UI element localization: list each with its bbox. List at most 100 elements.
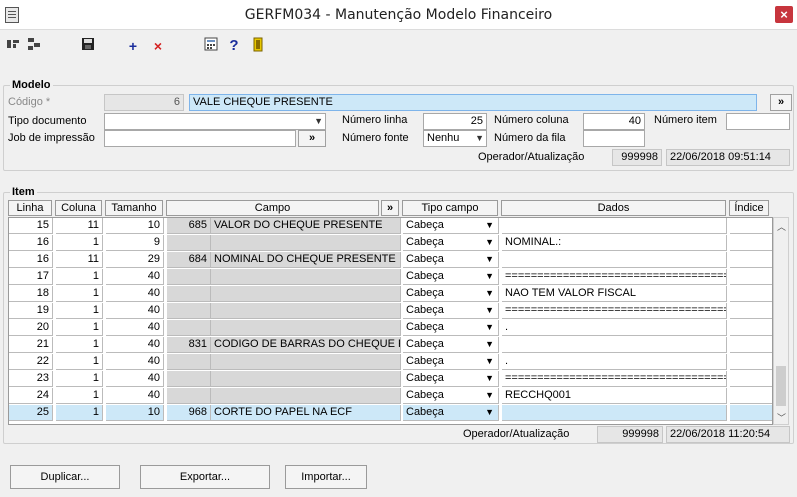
cell-campo-cod[interactable]: 831 xyxy=(167,337,211,353)
job-impressao-expand-button[interactable]: » xyxy=(298,130,326,147)
cell-tamanho[interactable]: 9 xyxy=(106,235,164,251)
cell-tipo[interactable]: Cabeça ▼ xyxy=(403,269,499,285)
cell-campo[interactable]: NOMINAL DO CHEQUE PRESENTE xyxy=(211,252,401,268)
cell-campo-cod[interactable] xyxy=(167,303,211,319)
numero-fonte-select[interactable]: Nenhu ▼ xyxy=(423,130,487,147)
cell-dados[interactable]: ======================================= xyxy=(502,303,727,319)
cell-campo-cod[interactable] xyxy=(167,388,211,404)
cell-indice[interactable] xyxy=(730,286,772,302)
header-coluna[interactable]: Coluna xyxy=(55,200,102,216)
cell-indice[interactable] xyxy=(730,303,772,319)
cell-tipo[interactable]: Cabeça ▼ xyxy=(403,286,499,302)
cell-tipo[interactable]: Cabeça ▼ xyxy=(403,320,499,336)
cell-dados[interactable]: ======================================= xyxy=(502,371,727,387)
cell-coluna[interactable]: 1 xyxy=(56,388,103,404)
descricao-field[interactable]: VALE CHEQUE PRESENTE xyxy=(189,94,757,111)
codigo-field[interactable]: 6 xyxy=(104,94,184,111)
header-campo[interactable]: Campo xyxy=(166,200,379,216)
chevron-down-icon[interactable]: ▼ xyxy=(485,354,494,369)
numero-linha-field[interactable]: 25 xyxy=(423,113,487,130)
cell-dados[interactable]: RECCHQ001 xyxy=(502,388,727,404)
duplicar-button[interactable]: Duplicar... xyxy=(10,465,120,489)
numero-coluna-field[interactable]: 40 xyxy=(583,113,645,130)
cell-tamanho[interactable]: 29 xyxy=(106,252,164,268)
cell-dados[interactable]: NOMINAL.: xyxy=(502,235,727,251)
cell-dados[interactable]: NAO TEM VALOR FISCAL xyxy=(502,286,727,302)
chevron-down-icon[interactable]: ▼ xyxy=(485,218,494,233)
grid-scrollbar[interactable]: ︿ ﹀ xyxy=(773,217,789,425)
table-row[interactable]: 16 11 29 684 NOMINAL DO CHEQUE PRESENTE Cabeç… xyxy=(9,252,772,268)
cell-tipo[interactable]: Cabeça ▼ xyxy=(403,405,499,421)
cell-coluna[interactable]: 1 xyxy=(56,320,103,336)
cell-linha[interactable]: 16 xyxy=(9,235,53,251)
cell-indice[interactable] xyxy=(730,269,772,285)
close-button[interactable]: × xyxy=(775,6,793,23)
cell-tipo[interactable]: Cabeça ▼ xyxy=(403,337,499,353)
cell-indice[interactable] xyxy=(730,371,772,387)
cell-tamanho[interactable]: 40 xyxy=(106,303,164,319)
cell-tipo[interactable]: Cabeça ▼ xyxy=(403,388,499,404)
descricao-expand-button[interactable]: » xyxy=(770,94,792,111)
cell-coluna[interactable]: 1 xyxy=(56,405,103,421)
cell-tamanho[interactable]: 40 xyxy=(106,337,164,353)
cell-campo-cod[interactable] xyxy=(167,320,211,336)
tipo-documento-select[interactable]: ▼ xyxy=(104,113,326,130)
cell-coluna[interactable]: 1 xyxy=(56,269,103,285)
cell-campo-cod[interactable]: 684 xyxy=(167,252,211,268)
cell-coluna[interactable]: 11 xyxy=(56,252,103,268)
table-row[interactable]: 22 1 40 Cabeça ▼. xyxy=(9,354,772,370)
campo-expand-button[interactable]: » xyxy=(381,200,399,216)
cell-coluna[interactable]: 1 xyxy=(56,371,103,387)
cell-tamanho[interactable]: 40 xyxy=(106,320,164,336)
cell-campo-cod[interactable] xyxy=(167,371,211,387)
save-icon[interactable] xyxy=(80,37,96,55)
calculator-icon[interactable] xyxy=(203,37,219,55)
delete-icon[interactable]: × xyxy=(151,37,165,55)
cell-campo[interactable] xyxy=(211,320,401,336)
chevron-down-icon[interactable]: ▼ xyxy=(485,269,494,284)
chevron-down-icon[interactable]: ▼ xyxy=(485,388,494,403)
cell-linha[interactable]: 16 xyxy=(9,252,53,268)
tree-view-icon[interactable] xyxy=(26,37,42,55)
chevron-down-icon[interactable]: ▼ xyxy=(485,235,494,250)
numero-fila-field[interactable] xyxy=(583,130,645,147)
cell-tamanho[interactable]: 10 xyxy=(106,218,164,234)
job-impressao-field[interactable] xyxy=(104,130,296,147)
cell-indice[interactable] xyxy=(730,405,772,421)
cell-coluna[interactable]: 1 xyxy=(56,354,103,370)
cell-dados[interactable]: . xyxy=(502,320,727,336)
cell-coluna[interactable]: 1 xyxy=(56,337,103,353)
header-tamanho[interactable]: Tamanho xyxy=(105,200,163,216)
cell-indice[interactable] xyxy=(730,354,772,370)
cell-campo-cod[interactable] xyxy=(167,286,211,302)
scrollbar-thumb[interactable] xyxy=(776,366,786,406)
first-record-icon[interactable] xyxy=(6,37,20,55)
cell-campo-cod[interactable] xyxy=(167,235,211,251)
cell-campo[interactable]: CODIGO DE BARRAS DO CHEQUE F xyxy=(211,337,401,353)
header-indice[interactable]: Índice xyxy=(729,200,769,216)
cell-indice[interactable] xyxy=(730,388,772,404)
cell-linha[interactable]: 21 xyxy=(9,337,53,353)
cell-coluna[interactable]: 11 xyxy=(56,218,103,234)
cell-coluna[interactable]: 1 xyxy=(56,303,103,319)
exportar-button[interactable]: Exportar... xyxy=(140,465,270,489)
chevron-down-icon[interactable]: ▼ xyxy=(485,303,494,318)
cell-campo[interactable] xyxy=(211,303,401,319)
cell-campo[interactable] xyxy=(211,286,401,302)
cell-tamanho[interactable]: 40 xyxy=(106,371,164,387)
cell-linha[interactable]: 17 xyxy=(9,269,53,285)
cell-tamanho[interactable]: 40 xyxy=(106,354,164,370)
cell-tipo[interactable]: Cabeça ▼ xyxy=(403,235,499,251)
add-icon[interactable]: + xyxy=(127,37,139,55)
importar-button[interactable]: Importar... xyxy=(285,465,367,489)
cell-campo-cod[interactable] xyxy=(167,354,211,370)
table-row[interactable]: 23 1 40 Cabeça ▼ ============================… xyxy=(9,371,772,387)
table-row[interactable]: 16 1 9 Cabeça ▼ NOMINAL.: xyxy=(9,235,772,251)
cell-tamanho[interactable]: 40 xyxy=(106,388,164,404)
cell-coluna[interactable]: 1 xyxy=(56,235,103,251)
cell-tamanho[interactable]: 10 xyxy=(106,405,164,421)
table-row[interactable]: 19 1 40 Cabeça ▼ ============================… xyxy=(9,303,772,319)
table-row[interactable]: 17 1 40 Cabeça ▼ ============================… xyxy=(9,269,772,285)
cell-tamanho[interactable]: 40 xyxy=(106,286,164,302)
cell-campo[interactable]: VALOR DO CHEQUE PRESENTE xyxy=(211,218,401,234)
